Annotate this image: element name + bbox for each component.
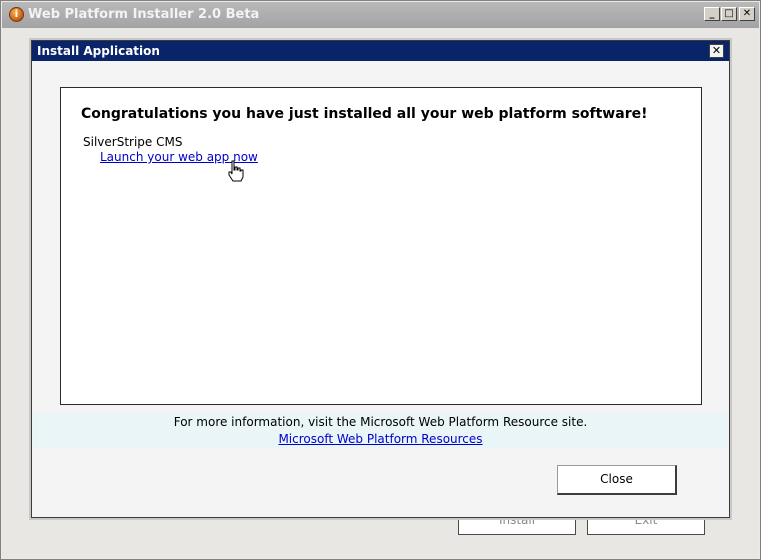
install-application-dialog: Install Application ✕ Congratulations yo… — [31, 40, 730, 518]
window-close-button[interactable]: ✕ — [739, 7, 755, 21]
hand-cursor-icon — [228, 160, 244, 182]
web-platform-installer-icon: i — [9, 7, 24, 22]
installed-app-name: SilverStripe CMS — [83, 135, 183, 149]
maximize-button[interactable]: □ — [721, 7, 737, 21]
close-button[interactable]: Close — [557, 465, 677, 495]
dialog-close-icon[interactable]: ✕ — [709, 44, 724, 58]
web-platform-resources-link-label[interactable]: Microsoft Web Platform Resources — [278, 432, 482, 446]
dialog-title: Install Application — [37, 44, 160, 58]
install-button[interactable]: Install — [458, 515, 576, 535]
dialog-titlebar[interactable]: Install Application ✕ — [32, 41, 729, 61]
minimize-button[interactable]: _ — [704, 7, 720, 21]
resource-info-text: For more information, visit the Microsof… — [173, 415, 588, 429]
web-platform-resources-link[interactable]: Microsoft Web Platform Resources — [33, 432, 728, 446]
congratulations-heading: Congratulations you have just installed … — [81, 106, 648, 122]
window-titlebar[interactable]: i Web Platform Installer 2.0 Beta _ □ ✕ — [2, 2, 759, 28]
window-title: Web Platform Installer 2.0 Beta — [28, 7, 260, 22]
exit-button[interactable]: Exit — [587, 515, 705, 535]
resource-info-band: For more information, visit the Microsof… — [33, 413, 728, 449]
result-panel: Congratulations you have just installed … — [60, 87, 702, 405]
